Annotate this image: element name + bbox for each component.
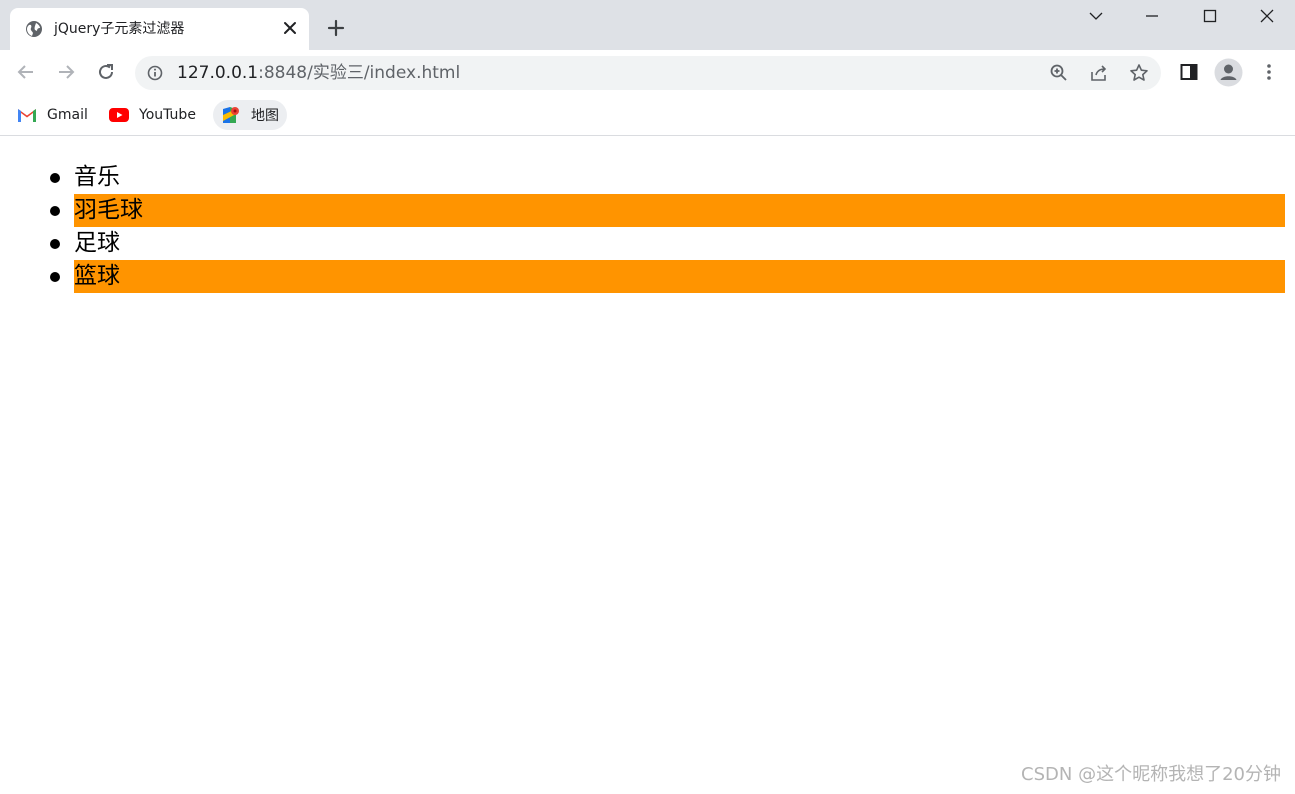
list-item-label: 足球 [74, 230, 120, 256]
bookmark-label: 地图 [251, 108, 279, 124]
page-content: 音乐 羽毛球 足球 篮球 CSDN @这个昵称我想了20分钟 [0, 136, 1295, 794]
bullet [50, 239, 60, 249]
chevron-down-icon[interactable] [1088, 8, 1104, 24]
tab-title: jQuery子元素过滤器 [54, 21, 185, 37]
menu-icon[interactable] [1259, 62, 1279, 82]
list-item-label: 篮球 [74, 263, 120, 289]
address-bar[interactable]: 127.0.0.1:8848/实验三/index.html [135, 56, 1161, 90]
reload-icon[interactable] [96, 62, 116, 82]
bullet [50, 173, 60, 183]
avatar-icon[interactable] [1214, 58, 1243, 87]
share-icon[interactable] [1089, 63, 1109, 83]
list-item-label: 音乐 [74, 164, 120, 190]
back-icon[interactable] [16, 62, 36, 82]
list-item: 篮球 [50, 260, 1285, 293]
bookmarks-bar: Gmail YouTube 地图 [0, 95, 1295, 136]
minimize-icon[interactable] [1144, 8, 1160, 24]
maximize-icon[interactable] [1202, 8, 1218, 24]
bookmark-youtube[interactable]: YouTube [109, 100, 196, 130]
youtube-icon [109, 108, 129, 122]
tab-strip: jQuery子元素过滤器 [0, 0, 1295, 50]
item-list: 音乐 羽毛球 足球 篮球 [50, 161, 1285, 293]
star-icon[interactable] [1129, 63, 1149, 83]
bullet [50, 272, 60, 282]
window-close-icon[interactable] [1259, 8, 1275, 24]
info-icon[interactable] [147, 65, 163, 81]
bullet [50, 206, 60, 216]
close-icon[interactable] [282, 20, 298, 36]
browser-toolbar: 127.0.0.1:8848/实验三/index.html [0, 50, 1295, 95]
list-item: 音乐 [50, 161, 1285, 194]
new-tab-icon[interactable] [327, 19, 345, 37]
list-item-label: 羽毛球 [74, 197, 143, 223]
zoom-icon[interactable] [1049, 63, 1069, 83]
globe-icon [26, 21, 42, 37]
gmail-icon [18, 109, 36, 122]
list-item: 羽毛球 [50, 194, 1285, 227]
bookmark-maps[interactable]: 地图 [213, 100, 287, 130]
forward-icon[interactable] [56, 62, 76, 82]
active-tab[interactable]: jQuery子元素过滤器 [10, 8, 309, 50]
url-host: 127.0.0.1 [177, 63, 259, 83]
bookmark-label: YouTube [139, 107, 196, 123]
url-text[interactable]: 127.0.0.1:8848/实验三/index.html [177, 63, 460, 83]
maps-icon [223, 107, 239, 123]
list-item: 足球 [50, 227, 1285, 260]
side-panel-icon[interactable] [1179, 62, 1199, 82]
url-path: :8848/实验三/index.html [258, 63, 461, 83]
bookmark-gmail[interactable]: Gmail [17, 100, 88, 130]
bookmark-label: Gmail [47, 107, 88, 123]
watermark: CSDN @这个昵称我想了20分钟 [1021, 764, 1281, 785]
